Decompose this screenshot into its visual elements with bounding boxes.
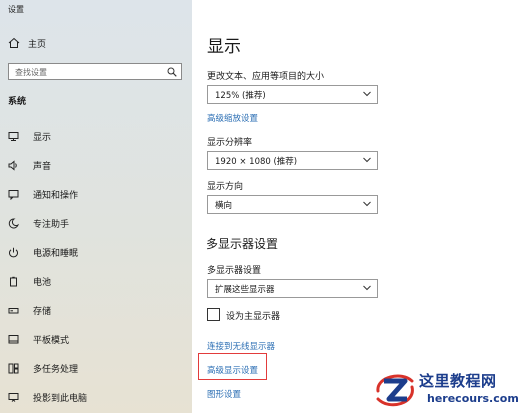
sidebar-item-label: 显示: [33, 133, 52, 143]
home-label: 主页: [28, 39, 47, 50]
sidebar-item-tablet-mode[interactable]: 平板模式: [0, 325, 192, 354]
notification-icon: [8, 190, 19, 200]
search-placeholder: 查找设置: [15, 68, 47, 77]
window-title: 设置: [8, 5, 24, 14]
sidebar-item-label: 电池: [33, 278, 52, 288]
watermark: 这里教程网 herecours.com: [372, 367, 520, 413]
sidebar-item-display[interactable]: 显示: [0, 122, 192, 151]
watermark-url: herecours.com: [427, 392, 519, 405]
watermark-logo-icon: [376, 374, 414, 407]
project-icon: [8, 393, 19, 402]
sidebar-item-storage[interactable]: 存储: [0, 296, 192, 325]
chevron-down-icon: [363, 157, 371, 163]
main-panel: 显示 更改文本、应用等项目的大小 125% (推荐) 高级缩放设置 显示分辨率 …: [192, 0, 520, 413]
watermark-title: 这里教程网: [419, 372, 497, 390]
sidebar-item-focus-assist[interactable]: 专注助手: [0, 209, 192, 238]
sidebar-item-sound[interactable]: 声音: [0, 151, 192, 180]
scale-dropdown[interactable]: 125% (推荐): [207, 85, 378, 104]
sidebar-item-label: 投影到此电脑: [33, 394, 88, 404]
sidebar-item-multitasking[interactable]: 多任务处理: [0, 354, 192, 383]
search-input[interactable]: 查找设置: [8, 63, 182, 80]
power-icon: [9, 247, 18, 258]
orientation-value: 横向: [215, 200, 233, 211]
sidebar-item-power-sleep[interactable]: 电源和睡眠: [0, 238, 192, 267]
connect-wireless-display-link[interactable]: 连接到无线显示器: [207, 340, 275, 352]
multitask-icon: [8, 363, 19, 374]
multi-display-heading: 多显示器设置: [206, 237, 279, 251]
battery-icon: [10, 276, 17, 287]
main-display-checkbox[interactable]: [207, 308, 220, 321]
home-nav-item[interactable]: 主页: [8, 36, 46, 50]
sidebar-item-notifications[interactable]: 通知和操作: [0, 180, 192, 209]
sidebar-item-label: 声音: [33, 162, 52, 172]
chevron-down-icon: [363, 285, 371, 291]
sidebar-item-label: 存储: [33, 307, 52, 317]
moon-icon: [8, 218, 19, 229]
orientation-label: 显示方向: [207, 182, 244, 192]
sidebar-item-label: 电源和睡眠: [33, 249, 79, 259]
tablet-icon: [8, 335, 19, 344]
sidebar-item-label: 专注助手: [33, 220, 70, 230]
sidebar-item-project-to-pc[interactable]: 投影到此电脑: [0, 383, 192, 412]
sidebar-item-battery[interactable]: 电池: [0, 267, 192, 296]
monitor-icon: [8, 132, 19, 141]
sidebar-nav: 显示 声音 通知和操作 专注助手 电源和睡眠 电池 存储 平板模式 多任务处理 …: [0, 122, 192, 412]
home-icon: [8, 37, 20, 48]
storage-icon: [8, 308, 19, 314]
search-icon[interactable]: [167, 67, 177, 77]
scale-label: 更改文本、应用等项目的大小: [207, 72, 325, 82]
speaker-icon: [8, 160, 17, 171]
multi-display-value: 扩展这些显示器: [215, 284, 275, 295]
sidebar-item-label: 平板模式: [33, 336, 70, 346]
section-title-system: 系统: [8, 97, 27, 107]
orientation-dropdown[interactable]: 横向: [207, 195, 378, 214]
chevron-down-icon: [363, 201, 371, 207]
highlight-box: [198, 353, 267, 380]
multi-display-label: 多显示器设置: [207, 266, 262, 276]
advanced-scaling-link[interactable]: 高级缩放设置: [207, 112, 258, 124]
graphics-settings-link[interactable]: 图形设置: [207, 388, 241, 400]
sidebar-item-label: 多任务处理: [33, 365, 79, 375]
main-display-checkbox-label: 设为主显示器: [226, 312, 281, 322]
chevron-down-icon: [363, 91, 371, 97]
resolution-label: 显示分辨率: [207, 138, 253, 148]
multi-display-dropdown[interactable]: 扩展这些显示器: [207, 279, 378, 298]
scale-value: 125% (推荐): [215, 90, 266, 101]
resolution-dropdown[interactable]: 1920 × 1080 (推荐): [207, 151, 378, 170]
sidebar-item-label: 通知和操作: [33, 191, 79, 201]
resolution-value: 1920 × 1080 (推荐): [215, 156, 298, 167]
sidebar: 设置 主页 查找设置 系统 显示 声音 通知和操作 专注助手 电源和睡眠 电池 …: [0, 0, 192, 413]
page-title: 显示: [207, 37, 241, 57]
